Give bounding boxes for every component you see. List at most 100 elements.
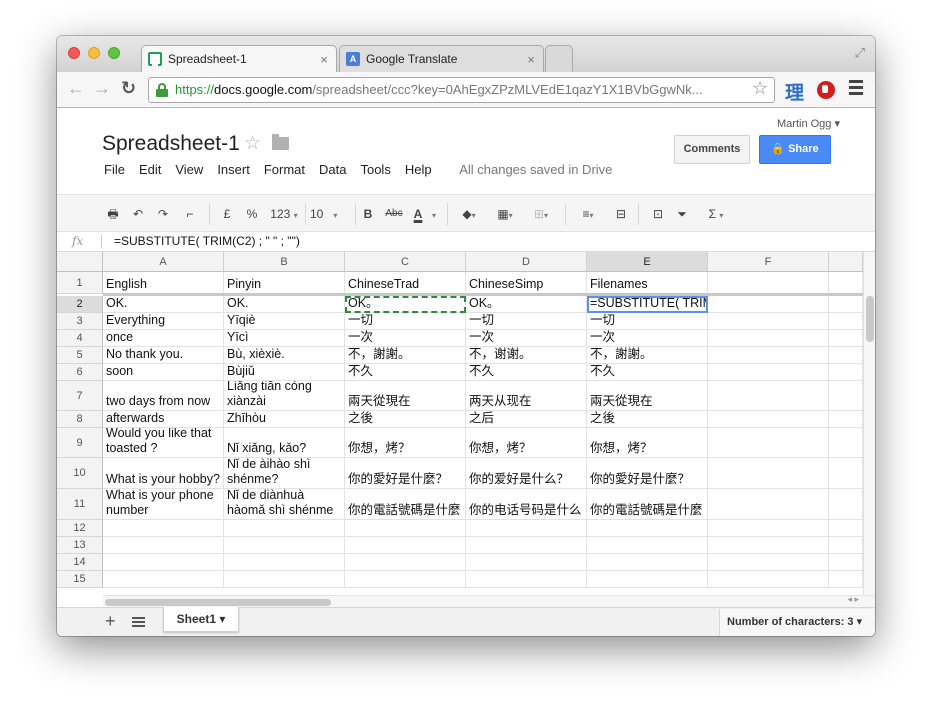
table-cell[interactable] <box>708 458 829 489</box>
insert-chart-icon[interactable]: ⊡ <box>648 205 668 223</box>
table-cell[interactable]: 不，謝謝。 <box>587 347 708 364</box>
table-cell[interactable]: 一次 <box>466 330 587 347</box>
minimize-window-button[interactable] <box>88 47 100 59</box>
table-cell[interactable]: 不久 <box>345 364 466 381</box>
menu-file[interactable]: File <box>104 162 125 177</box>
table-cell[interactable] <box>829 347 863 364</box>
table-cell[interactable]: soon <box>103 364 224 381</box>
column-header-f[interactable]: F <box>708 252 829 272</box>
text-color-button[interactable]: A <box>410 205 426 223</box>
add-sheet-icon[interactable]: + <box>105 611 116 632</box>
table-cell[interactable] <box>829 489 863 520</box>
address-bar[interactable]: https://docs.google.com/spreadsheet/ccc?… <box>148 77 775 103</box>
table-cell[interactable]: 一次 <box>345 330 466 347</box>
character-count-status[interactable]: Number of characters: 3 ▾ <box>719 609 874 636</box>
bold-button[interactable]: B <box>362 205 374 223</box>
table-cell[interactable]: OK. <box>224 296 345 313</box>
table-cell[interactable]: afterwards <box>103 411 224 428</box>
table-cell[interactable] <box>224 537 345 554</box>
back-arrow-icon[interactable]: ← <box>67 78 85 99</box>
table-cell[interactable] <box>466 554 587 571</box>
close-icon[interactable]: × <box>320 46 328 73</box>
table-cell[interactable] <box>224 554 345 571</box>
table-cell[interactable]: 不，谢谢。 <box>466 347 587 364</box>
new-tab-button[interactable] <box>545 45 573 72</box>
row-header[interactable]: 6 <box>57 364 103 381</box>
table-cell[interactable]: OK. <box>103 296 224 313</box>
row-header[interactable]: 15 <box>57 571 103 588</box>
table-cell[interactable] <box>708 296 829 313</box>
table-cell[interactable]: 你的電話號碼是什麼 <box>587 489 708 520</box>
comments-button[interactable]: Comments <box>674 135 750 164</box>
font-size-dropdown[interactable]: 10 ▾ <box>310 205 350 223</box>
row-header[interactable]: 7 <box>57 381 103 411</box>
chevron-down-icon[interactable]: ▾ <box>429 205 439 223</box>
table-cell[interactable] <box>708 381 829 411</box>
table-cell[interactable]: Everything <box>103 313 224 330</box>
folder-icon[interactable] <box>272 134 289 150</box>
tab-sheet1[interactable]: Sheet1 ▾ <box>163 607 239 632</box>
table-cell[interactable] <box>829 296 863 313</box>
table-cell[interactable] <box>587 571 708 588</box>
table-cell[interactable] <box>708 364 829 381</box>
table-cell[interactable]: 你的愛好是什麼？ <box>587 458 708 489</box>
fill-color-icon[interactable]: ◆▾ <box>456 205 482 223</box>
table-cell[interactable] <box>466 571 587 588</box>
table-cell[interactable] <box>345 554 466 571</box>
table-cell[interactable]: 一切 <box>345 313 466 330</box>
row-header[interactable]: 10 <box>57 458 103 489</box>
table-cell[interactable]: 兩天從現在 <box>345 381 466 411</box>
table-cell[interactable] <box>829 458 863 489</box>
table-cell[interactable]: What is your hobby? <box>103 458 224 489</box>
table-cell[interactable]: 一切 <box>466 313 587 330</box>
horizontal-scrollbar[interactable]: ◂ ▸ <box>103 594 875 607</box>
table-cell[interactable]: Filenames <box>587 272 708 294</box>
table-cell[interactable]: English <box>103 272 224 294</box>
table-cell[interactable]: 你的愛好是什麼？ <box>345 458 466 489</box>
table-cell[interactable]: 之后 <box>466 411 587 428</box>
row-header[interactable]: 12 <box>57 520 103 537</box>
share-button[interactable]: 🔒 Share <box>759 135 831 164</box>
table-cell[interactable]: 之後 <box>345 411 466 428</box>
extension-li-icon[interactable]: 理 <box>785 78 804 105</box>
row-header[interactable]: 9 <box>57 428 103 458</box>
menu-help[interactable]: Help <box>405 162 432 177</box>
row-header[interactable]: 1 <box>57 272 103 294</box>
table-cell[interactable] <box>829 428 863 458</box>
row-header[interactable]: 11 <box>57 489 103 520</box>
table-cell[interactable]: Pinyin <box>224 272 345 294</box>
active-cell-editor[interactable]: =SUBSTITUTE( TRIM(C2) ; " " ; "") <box>587 296 708 313</box>
table-cell[interactable]: ChineseTrad <box>345 272 466 294</box>
bookmark-star-icon[interactable]: ☆ <box>752 78 768 99</box>
table-cell[interactable]: Bù, xièxiè. <box>224 347 345 364</box>
row-header[interactable]: 14 <box>57 554 103 571</box>
account-name[interactable]: Martin Ogg ▾ <box>777 117 840 130</box>
table-cell[interactable] <box>829 411 863 428</box>
table-cell[interactable]: 不，謝謝。 <box>345 347 466 364</box>
table-cell[interactable] <box>708 571 829 588</box>
undo-icon[interactable]: ↶ <box>130 205 146 223</box>
table-cell[interactable]: Liǎng tiān cóng xiànzài <box>224 381 345 411</box>
table-cell[interactable]: 两天从现在 <box>466 381 587 411</box>
currency-button[interactable]: £ <box>220 205 234 223</box>
table-cell[interactable] <box>829 313 863 330</box>
close-window-button[interactable] <box>68 47 80 59</box>
star-icon[interactable]: ☆ <box>244 132 261 155</box>
tab-google-translate[interactable]: A Google Translate × <box>339 45 544 72</box>
table-cell[interactable]: 之後 <box>587 411 708 428</box>
paint-format-icon[interactable]: ⌐ <box>182 205 198 223</box>
table-cell[interactable]: ChineseSimp <box>466 272 587 294</box>
table-cell[interactable] <box>103 537 224 554</box>
select-all-corner[interactable] <box>57 252 103 272</box>
table-cell[interactable]: 你想，烤？ <box>345 428 466 458</box>
table-cell[interactable]: two days from now <box>103 381 224 411</box>
table-cell[interactable] <box>708 330 829 347</box>
tab-spreadsheet[interactable]: Spreadsheet-1 × <box>141 45 337 72</box>
row-header[interactable]: 3 <box>57 313 103 330</box>
filter-icon[interactable]: ⏷ <box>674 205 690 223</box>
menu-view[interactable]: View <box>175 162 203 177</box>
table-cell[interactable]: Would you like that toasted ? <box>103 428 224 458</box>
table-cell[interactable] <box>708 554 829 571</box>
table-cell[interactable] <box>829 272 863 294</box>
table-cell[interactable]: Yīqiè <box>224 313 345 330</box>
